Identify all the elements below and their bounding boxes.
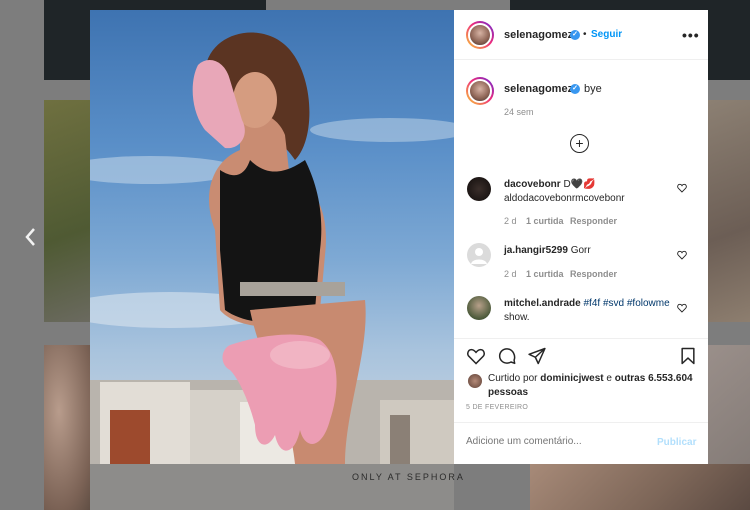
load-more-comments-button[interactable]: + bbox=[570, 134, 589, 153]
caption-time[interactable]: 24 sem bbox=[504, 107, 534, 117]
sephora-banner-text: ONLY AT SEPHORA bbox=[352, 472, 465, 482]
liked-by-user[interactable]: dominicjwest bbox=[540, 373, 603, 384]
previous-post-button[interactable] bbox=[22, 226, 40, 248]
feed-tile[interactable] bbox=[90, 464, 454, 510]
comment-likes[interactable]: 1 curtida bbox=[526, 216, 564, 226]
comment-text: dacovebonr D🖤💋 aldodacovebonrmcovebonr bbox=[504, 178, 684, 206]
comment-username[interactable]: mitchel.andrade bbox=[504, 298, 581, 309]
comment-username[interactable]: ja.hangir5299 bbox=[504, 245, 568, 256]
post-header: selenagomez ✓ • Seguir ••• bbox=[454, 10, 708, 60]
bookmark-icon[interactable] bbox=[678, 346, 698, 366]
avatar[interactable] bbox=[467, 177, 491, 201]
avatar[interactable] bbox=[466, 77, 494, 105]
heart-icon[interactable] bbox=[466, 346, 486, 366]
like-comment-icon[interactable] bbox=[677, 250, 687, 260]
feed-tile[interactable] bbox=[530, 464, 750, 510]
share-icon[interactable] bbox=[527, 346, 547, 366]
comment-input[interactable] bbox=[466, 436, 636, 447]
liked-by-prefix: Curtido por bbox=[488, 373, 538, 384]
reply-button[interactable]: Responder bbox=[570, 216, 617, 226]
comment-time[interactable]: 2 d bbox=[504, 216, 517, 226]
comment-time[interactable]: 2 d bbox=[504, 269, 517, 279]
avatar[interactable] bbox=[467, 243, 491, 267]
post-author-username[interactable]: selenagomez bbox=[504, 29, 573, 41]
default-avatar-icon bbox=[471, 248, 487, 264]
comment-hashtags[interactable]: #f4f #svd bbox=[583, 298, 624, 309]
actions-divider bbox=[454, 338, 708, 339]
caption-username[interactable]: selenagomez bbox=[504, 83, 573, 95]
liked-by-mid: e bbox=[606, 373, 612, 384]
comment-icon[interactable] bbox=[497, 346, 517, 366]
add-comment-row: Publicar bbox=[454, 422, 708, 464]
comment-body: show. bbox=[504, 312, 530, 323]
like-comment-icon[interactable] bbox=[677, 303, 687, 313]
avatar[interactable] bbox=[467, 296, 491, 320]
caption-text: bye bbox=[584, 83, 602, 95]
post-date[interactable]: 5 DE FEVEREIRO bbox=[466, 404, 528, 411]
liked-by-text[interactable]: Curtido por dominicjwest e outras 6.553.… bbox=[488, 372, 698, 400]
post-photo-illustration bbox=[90, 32, 454, 464]
separator-dot: • bbox=[583, 29, 587, 40]
publish-button[interactable]: Publicar bbox=[657, 437, 696, 448]
follow-button[interactable]: Seguir bbox=[591, 29, 622, 40]
comment-text: mitchel.andrade #f4f #svd #folowme show. bbox=[504, 297, 684, 325]
chevron-left-icon bbox=[25, 228, 35, 246]
feed-tile[interactable] bbox=[44, 345, 94, 510]
plus-circle-icon: + bbox=[575, 135, 584, 151]
feed-tile[interactable] bbox=[708, 100, 750, 322]
feed-tile[interactable] bbox=[44, 100, 94, 322]
post-panel: selenagomez ✓ • Seguir ••• selenagomez ✓… bbox=[454, 10, 708, 464]
verified-badge-icon: ✓ bbox=[570, 30, 580, 40]
post-photo[interactable] bbox=[90, 10, 454, 464]
comment-hashtag[interactable]: #folowme bbox=[627, 298, 670, 309]
comment-likes[interactable]: 1 curtida bbox=[526, 269, 564, 279]
like-comment-icon[interactable] bbox=[677, 183, 687, 193]
comment-text: ja.hangir5299 Gorr bbox=[504, 244, 684, 258]
avatar[interactable] bbox=[468, 374, 482, 388]
verified-badge-icon: ✓ bbox=[570, 84, 580, 94]
avatar[interactable] bbox=[466, 21, 494, 49]
comment-body: Gorr bbox=[570, 245, 591, 256]
reply-button[interactable]: Responder bbox=[570, 269, 617, 279]
comment-username[interactable]: dacovebonr bbox=[504, 179, 561, 190]
more-options-icon[interactable]: ••• bbox=[682, 27, 700, 43]
